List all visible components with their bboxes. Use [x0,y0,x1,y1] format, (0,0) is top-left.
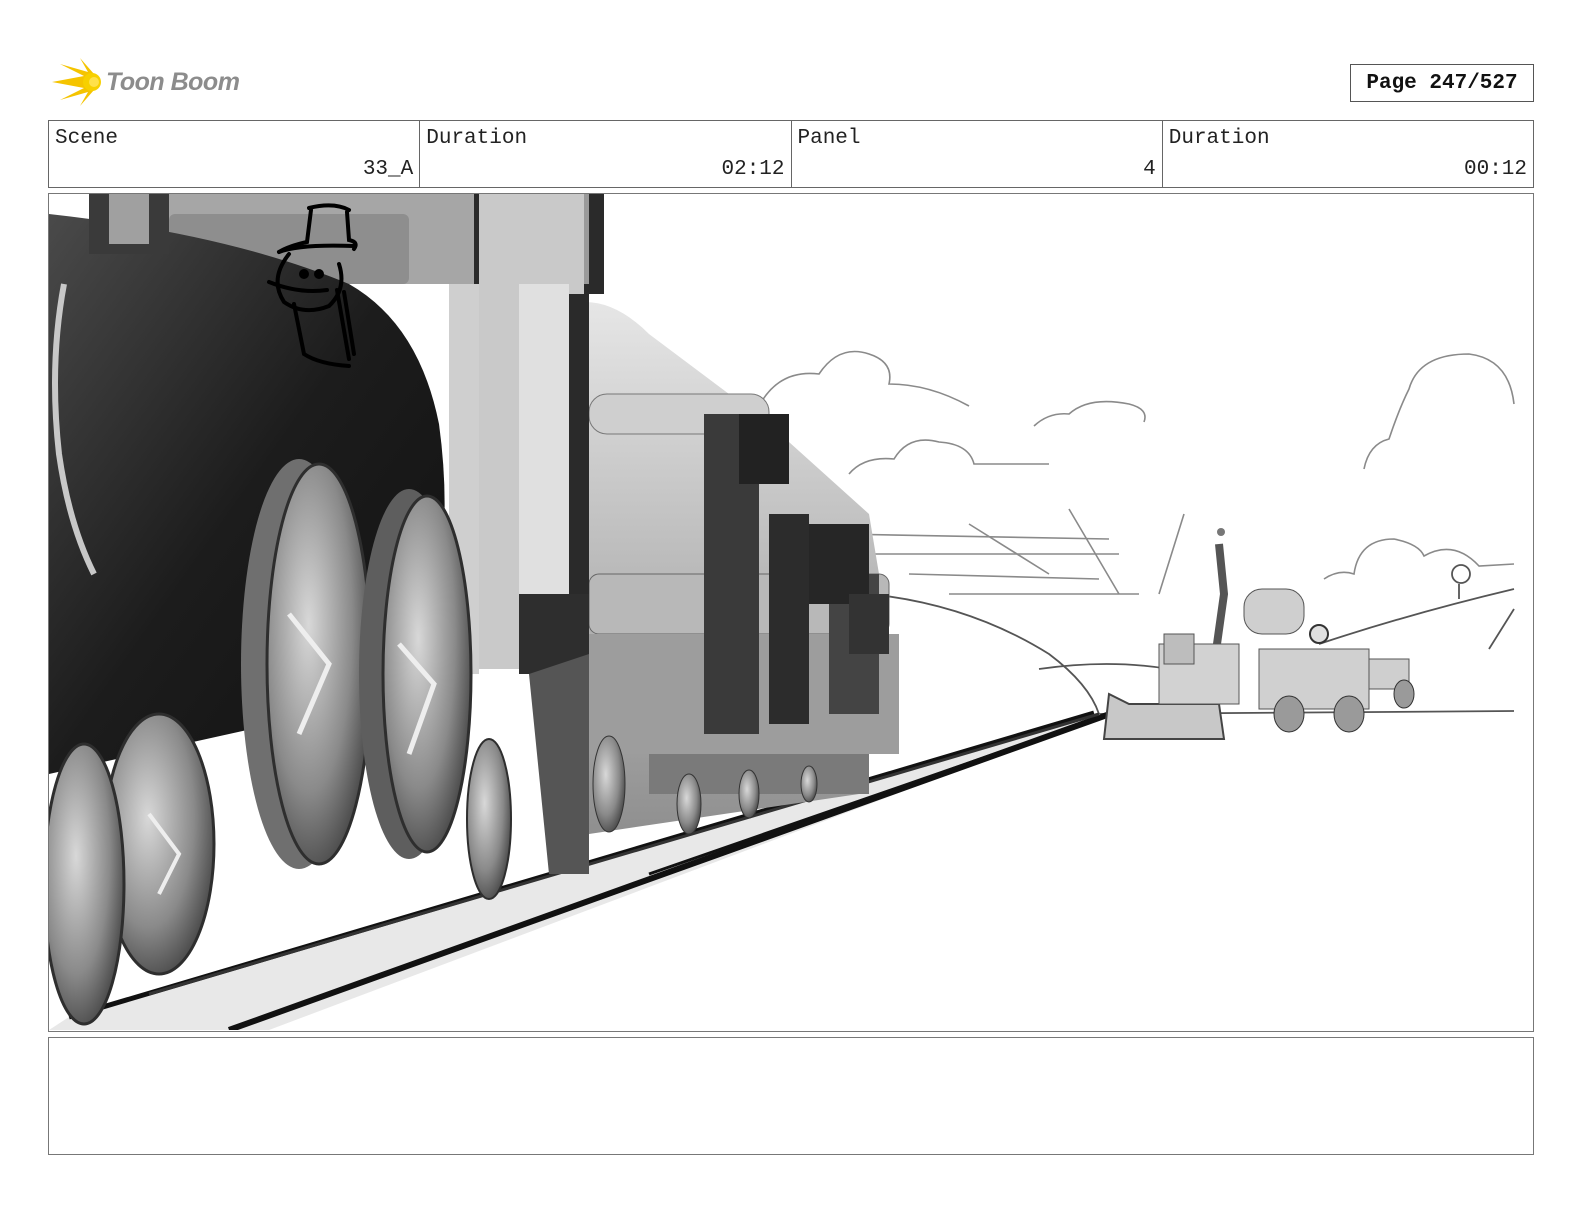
panel-duration-label: Duration [1168,127,1270,150]
panel-notes-box [48,1037,1534,1155]
storyboard-panel-image [48,193,1534,1032]
scene-info-row: Scene 33_A Duration 02:12 Panel 4 Durati… [48,120,1534,188]
logo-text: Toon Boom [106,67,240,96]
train-cars [569,302,899,835]
scene-duration-label: Duration [426,127,528,150]
panel-cell: Panel 4 [792,121,1163,187]
scene-value: 33_A [362,158,414,181]
toon-boom-logo: Toon Boom [50,56,250,108]
train-scene-drawing [49,194,1515,1030]
scene-label: Scene [55,127,119,150]
distant-vehicles [1102,528,1415,740]
scene-duration-value: 02:12 [721,158,785,181]
panel-duration-value: 00:12 [1463,158,1527,181]
panel-label: Panel [797,127,861,150]
panel-duration-cell: Duration 00:12 [1163,121,1533,187]
page-indicator: Page 247/527 [1350,64,1534,102]
panel-value: 4 [1143,158,1156,181]
toon-boom-burst-icon [52,58,101,106]
scene-cell: Scene 33_A [49,121,421,187]
scene-duration-cell: Duration 02:12 [420,121,792,187]
